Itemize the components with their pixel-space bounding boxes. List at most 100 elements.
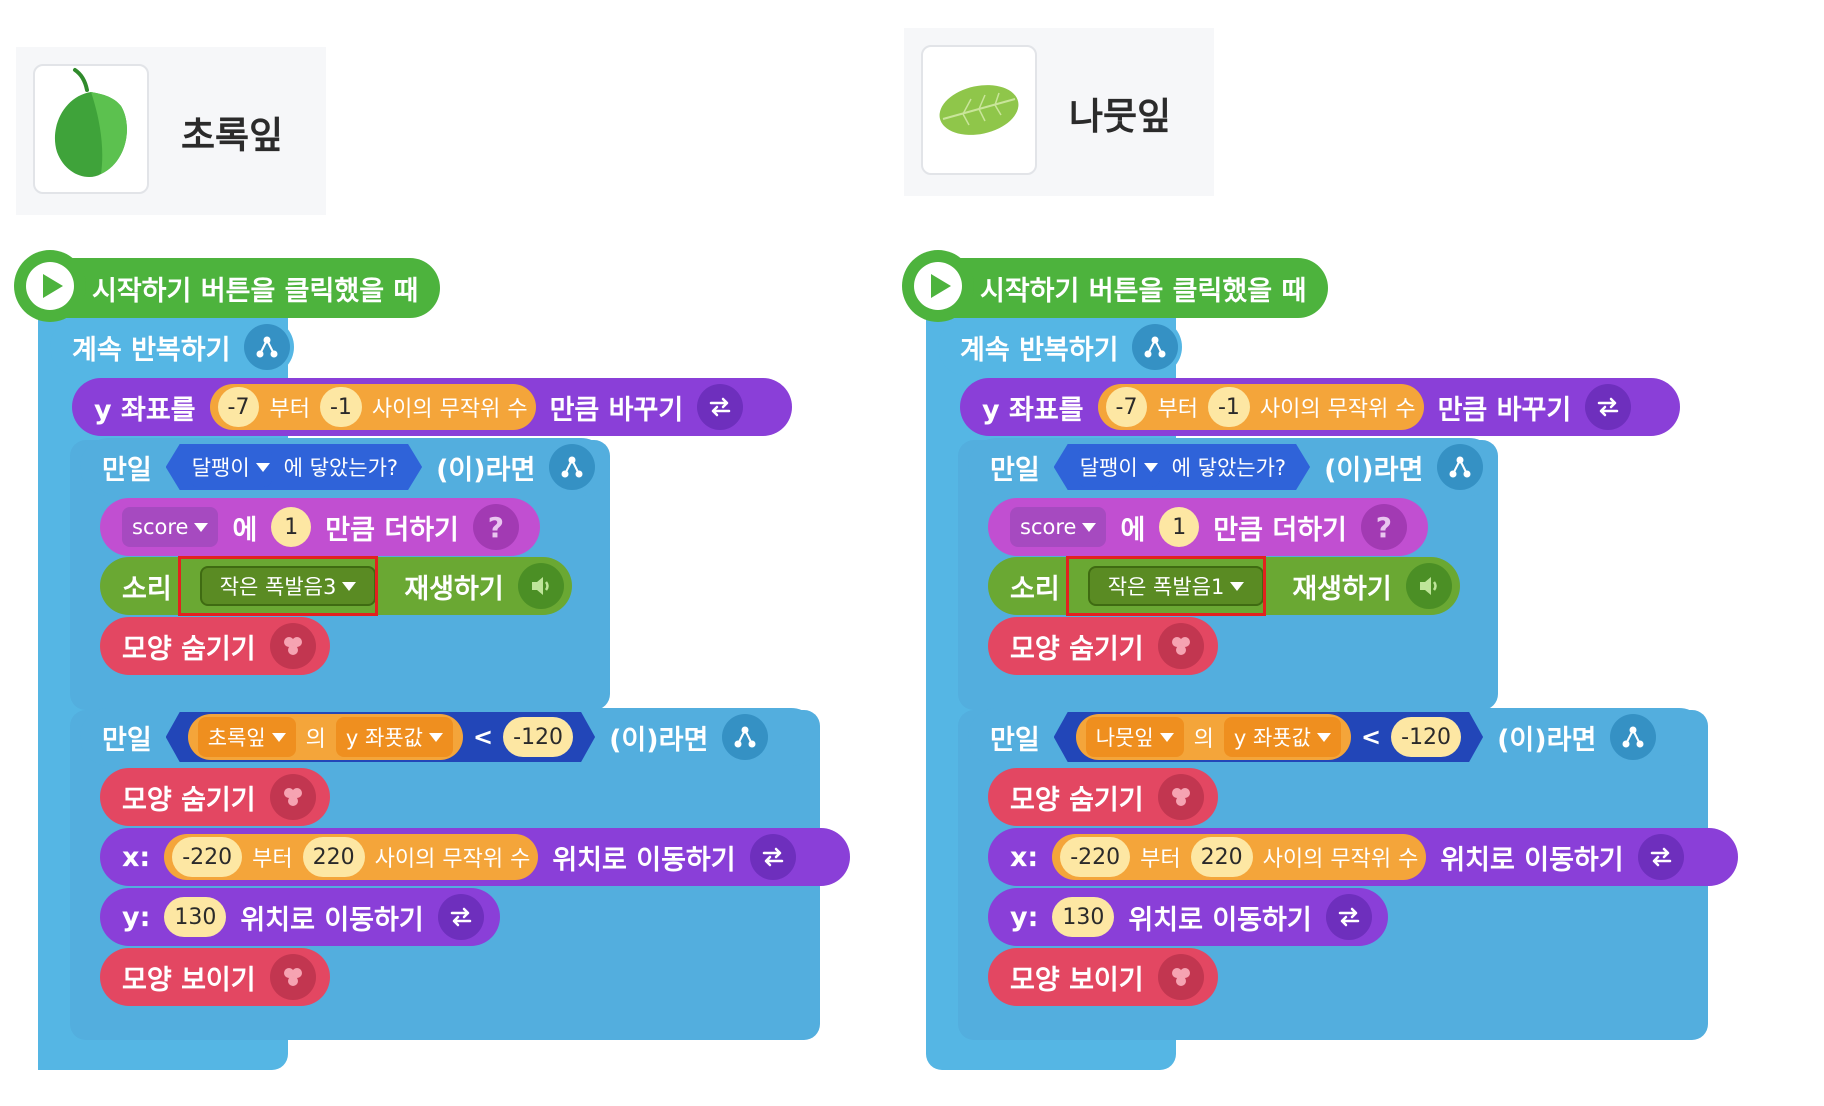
looks-icon [1157,623,1204,669]
move-x-block[interactable]: x: -220 부터 220 사이의 무작위 수 위치로 이동하기 [988,828,1738,886]
when-start-clicked-block[interactable]: 시작하기 버튼을 클릭했을 때 [14,250,441,322]
hide-block[interactable]: 모양 숨기기 [988,768,1218,826]
random-to-input[interactable]: -1 [319,387,362,427]
random-label: 사이의 무작위 수 [374,847,531,872]
random-number-block[interactable]: -220 부터 220 사이의 무작위 수 [164,834,539,880]
hide-block[interactable]: 모양 숨기기 [100,768,330,826]
if-label: 만일 [990,724,1040,756]
help-icon: ? [472,504,519,550]
if-ypos-header[interactable]: 만일 초록잎 의 y 좌푯값 < -120 (이)라면 [80,708,820,766]
forever-header[interactable]: 계속 반복하기 [938,318,1182,376]
change-y-block[interactable]: y 좌표를 -7 부터 -1 사이의 무작위 수 만큼 바꾸기 [72,378,792,436]
sound-label: 소리 [1010,573,1060,605]
x-label: x: [122,841,151,873]
property-dropdown[interactable]: y 좌푯값 [336,717,453,757]
compare-value-input[interactable]: -120 [503,717,573,757]
from-word: 부터 [1157,397,1198,422]
y-value-input[interactable]: 130 [164,897,227,937]
property-dropdown[interactable]: y 좌푯값 [1224,717,1341,757]
random-to-input[interactable]: 220 [302,837,365,877]
if-touch-header[interactable]: 만일 달팽이 에 닿았는가? (이)라면 [968,438,1498,496]
add-variable-block[interactable]: score 에 1 만큼 더하기 ? [988,498,1428,556]
swap-arrows-icon [1637,834,1684,880]
touching-condition[interactable]: 달팽이 에 닿았는가? [166,444,422,490]
sound-highlight-box [1066,556,1266,616]
script-panel-right: 나뭇잎 시작하기 버튼을 클릭했을 때 계속 반복하기 y 좌표를 -7 부터 … [888,0,1800,1106]
change-y-block[interactable]: y 좌표를 -7 부터 -1 사이의 무작위 수 만큼 바꾸기 [960,378,1680,436]
move-y-block[interactable]: y: 130 위치로 이동하기 [988,888,1388,946]
if-label: 만일 [990,454,1040,486]
y-value-input[interactable]: 130 [1052,897,1115,937]
hide-block[interactable]: 모양 숨기기 [988,617,1218,675]
touching-condition[interactable]: 달팽이 에 닿았는가? [1054,444,1310,490]
speaker-icon [1405,563,1452,609]
swap-arrows-icon [749,834,796,880]
add-variable-block[interactable]: score 에 1 만큼 더하기 ? [100,498,540,556]
random-number-block[interactable]: -7 부터 -1 사이의 무작위 수 [209,384,536,430]
if-ypos-header[interactable]: 만일 나뭇잎 의 y 좌푯값 < -120 (이)라면 [968,708,1708,766]
touch-target-dropdown[interactable]: 달팽이 [1078,447,1160,487]
variable-dropdown[interactable]: score [1010,507,1107,547]
add-value-input[interactable]: 1 [271,507,312,547]
hat-label: 시작하기 버튼을 클릭했을 때 [980,275,1307,307]
random-label: 사이의 무작위 수 [1259,397,1416,422]
change-y-label: y 좌표를 [982,394,1084,426]
change-y-suffix: 만큼 바꾸기 [549,394,684,426]
touch-target-dropdown[interactable]: 달팽이 [190,447,272,487]
random-label: 사이의 무작위 수 [371,397,528,422]
random-from-input[interactable]: -220 [1060,837,1131,877]
random-number-block[interactable]: -7 부터 -1 사이의 무작위 수 [1097,384,1424,430]
when-start-clicked-block[interactable]: 시작하기 버튼을 클릭했을 때 [902,250,1329,322]
move-x-block[interactable]: x: -220 부터 220 사이의 무작위 수 위치로 이동하기 [100,828,850,886]
hat-label: 시작하기 버튼을 클릭했을 때 [92,275,419,307]
looks-icon [269,954,316,1000]
random-from-input[interactable]: -7 [1105,387,1148,427]
sprite-card[interactable]: 나뭇잎 [904,28,1214,196]
change-y-label: y 좌표를 [94,394,196,426]
y-label: y: [122,901,151,933]
looks-icon [269,774,316,820]
show-block[interactable]: 모양 보이기 [100,948,330,1006]
sound-highlight-box [178,556,378,616]
show-label: 모양 보이기 [1010,964,1144,996]
hide-block[interactable]: 모양 숨기기 [100,617,330,675]
random-from-input[interactable]: -220 [172,837,243,877]
object-dropdown[interactable]: 나뭇잎 [1086,717,1184,757]
move-suffix: 위치로 이동하기 [240,904,424,936]
compare-value-input[interactable]: -120 [1391,717,1461,757]
move-suffix: 위치로 이동하기 [1440,844,1624,876]
random-to-input[interactable]: 220 [1190,837,1253,877]
repeat-icon [244,324,291,370]
variable-dropdown[interactable]: score [122,507,219,547]
object-property-block[interactable]: 나뭇잎 의 y 좌푯값 [1076,714,1351,760]
sprite-card[interactable]: 초록잎 [16,47,326,215]
add-value-input[interactable]: 1 [1159,507,1200,547]
swap-arrows-icon [437,894,484,940]
x-label: x: [1010,841,1039,873]
object-property-block[interactable]: 초록잎 의 y 좌푯값 [188,714,463,760]
looks-icon [1157,954,1204,1000]
then-label: (이)라면 [609,724,709,756]
touch-label: 에 닿았는가? [1171,456,1287,480]
show-label: 모양 보이기 [122,964,256,996]
compare-condition[interactable]: 초록잎 의 y 좌푯값 < -120 [166,712,595,762]
compare-operator[interactable]: < [473,723,493,751]
forever-header[interactable]: 계속 반복하기 [50,318,294,376]
random-from-input[interactable]: -7 [217,387,260,427]
object-dropdown[interactable]: 초록잎 [198,717,296,757]
if-label: 만일 [102,454,152,486]
to-word: 에 [232,514,258,546]
if-label: 만일 [102,724,152,756]
random-to-input[interactable]: -1 [1207,387,1250,427]
show-block[interactable]: 모양 보이기 [988,948,1218,1006]
move-y-block[interactable]: y: 130 위치로 이동하기 [100,888,500,946]
move-suffix: 위치로 이동하기 [552,844,736,876]
from-word: 부터 [1140,847,1181,872]
swap-arrows-icon [1325,894,1372,940]
then-label: (이)라면 [436,454,536,486]
if-touch-header[interactable]: 만일 달팽이 에 닿았는가? (이)라면 [80,438,610,496]
compare-condition[interactable]: 나뭇잎 의 y 좌푯값 < -120 [1054,712,1483,762]
forever-label: 계속 반복하기 [960,334,1119,366]
compare-operator[interactable]: < [1361,723,1381,751]
random-number-block[interactable]: -220 부터 220 사이의 무작위 수 [1052,834,1427,880]
